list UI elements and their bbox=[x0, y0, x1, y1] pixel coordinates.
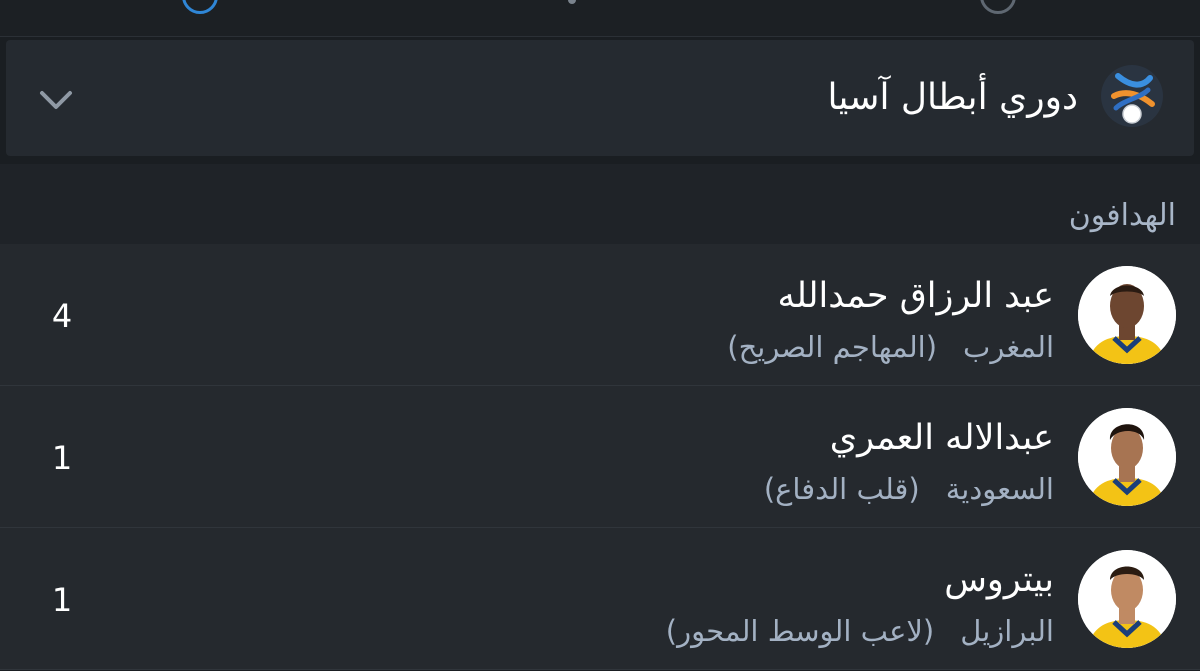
league-name: دوري أبطال آسيا bbox=[827, 77, 1078, 118]
league-selector[interactable]: دوري أبطال آسيا bbox=[6, 40, 1194, 156]
player-name: عبد الرزاق حمدالله bbox=[777, 276, 1054, 316]
player-avatar bbox=[1078, 550, 1176, 648]
player-position: (المهاجم الصريح) bbox=[727, 330, 938, 364]
goal-count: 4 bbox=[51, 297, 73, 335]
player-name: عبدالاله العمري bbox=[829, 418, 1054, 458]
section-header-bg bbox=[0, 164, 1200, 244]
player-avatar bbox=[1078, 408, 1176, 506]
scorer-row[interactable]: بيتروس البرازيل (لاعب الوسط المحور) 1 bbox=[0, 528, 1200, 670]
player-meta: المغرب (المهاجم الصريح) bbox=[727, 328, 1054, 366]
player-country: السعودية bbox=[945, 472, 1054, 506]
player-position: (لاعب الوسط المحور) bbox=[665, 614, 935, 648]
tab-icon-active[interactable] bbox=[182, 0, 218, 14]
player-avatar bbox=[1078, 266, 1176, 364]
player-name: بيتروس bbox=[944, 560, 1054, 600]
section-title: الهدافون bbox=[1068, 198, 1176, 233]
afc-champions-league-logo-icon bbox=[1101, 65, 1163, 127]
player-country: البرازيل bbox=[960, 614, 1054, 648]
tab-icon[interactable] bbox=[568, 0, 576, 4]
player-country: المغرب bbox=[963, 330, 1054, 364]
player-meta: السعودية (قلب الدفاع) bbox=[764, 470, 1054, 508]
top-tab-bar bbox=[0, 0, 1200, 37]
scorer-row[interactable]: عبدالاله العمري السعودية (قلب الدفاع) 1 bbox=[0, 386, 1200, 528]
goal-count: 1 bbox=[51, 581, 73, 619]
tab-icon[interactable] bbox=[980, 0, 1016, 14]
chevron-down-icon[interactable] bbox=[36, 80, 76, 120]
goal-count: 1 bbox=[51, 439, 73, 477]
player-position: (قلب الدفاع) bbox=[763, 472, 920, 506]
scorer-row[interactable]: عبد الرزاق حمدالله المغرب (المهاجم الصريح… bbox=[0, 244, 1200, 386]
player-meta: البرازيل (لاعب الوسط المحور) bbox=[666, 612, 1054, 650]
